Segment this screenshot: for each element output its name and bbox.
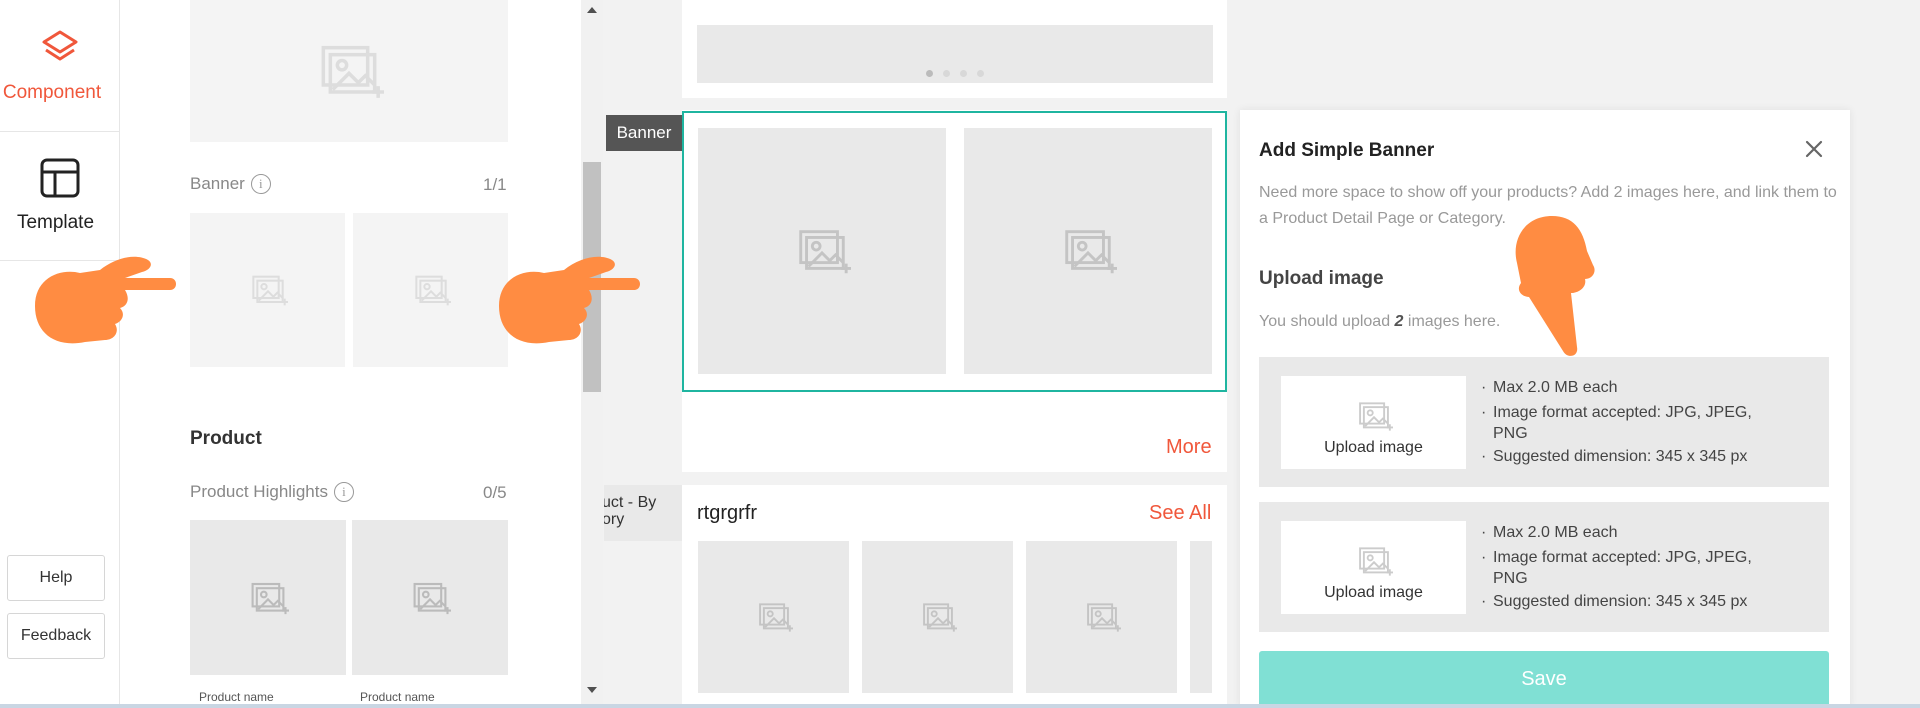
upload-image-label-1: Upload image (1324, 439, 1423, 456)
image-placeholder-icon (1355, 397, 1393, 435)
upload-specs-1: Max 2.0 MB each Image format accepted: J… (1479, 377, 1779, 471)
nav-item-template[interactable]: Template (0, 131, 120, 261)
nav-template-label: Template (16, 212, 95, 233)
image-placeholder-icon (1083, 598, 1121, 636)
product-item-1[interactable] (698, 541, 849, 693)
dialog-description-part2: Category. (1437, 210, 1506, 227)
more-link[interactable]: More (1166, 436, 1212, 459)
banner-thumbnail-2[interactable] (353, 213, 508, 367)
product-category-tag-line1: uct - By (604, 494, 657, 511)
banner-label: Banner (190, 174, 245, 193)
nav-item-component[interactable]: Component (0, 20, 120, 130)
hand-pointer-icon (494, 248, 644, 358)
carousel-dots (926, 70, 986, 78)
spec-max-size: Max 2.0 MB each (1479, 522, 1779, 543)
banner-image-2[interactable] (964, 128, 1212, 374)
feedback-button[interactable]: Feedback (7, 613, 105, 659)
nav-component-label: Component (2, 82, 102, 103)
product-highlights-label: Product Highlights (190, 482, 328, 501)
product-highlights-label-row: Product Highlights i (190, 482, 354, 502)
image-placeholder-icon (248, 270, 288, 310)
image-placeholder-icon (411, 270, 451, 310)
product-section-title: Product (190, 428, 262, 449)
product-name-1: Product name (199, 690, 274, 704)
banner-thumbnail-1[interactable] (190, 213, 345, 367)
product-item-3[interactable] (1026, 541, 1177, 693)
scroll-up-arrow-icon[interactable] (586, 4, 598, 16)
see-all-link[interactable]: See All (1149, 502, 1211, 525)
spec-max-size: Max 2.0 MB each (1479, 377, 1779, 398)
spec-format: Image format accepted: JPG, JPEG, PNG (1479, 547, 1779, 589)
banner-image-1[interactable] (698, 128, 946, 374)
product-item-2[interactable] (862, 541, 1013, 693)
upload-image-button-1[interactable]: Upload image (1281, 376, 1466, 469)
product-category-tag-line2: ory (604, 511, 625, 528)
upload-heading: Upload image (1259, 268, 1384, 289)
upload-hint-prefix: You should upload (1259, 313, 1395, 330)
image-placeholder-icon (314, 36, 384, 106)
info-icon[interactable]: i (333, 482, 354, 502)
upload-specs-2: Max 2.0 MB each Image format accepted: J… (1479, 522, 1779, 616)
hand-pointer-icon (1515, 216, 1595, 356)
dialog-title: Add Simple Banner (1259, 140, 1435, 161)
product-name-2: Product name (360, 690, 435, 704)
banner-count: 1/1 (483, 175, 507, 194)
product-thumbnail-2[interactable] (352, 520, 508, 675)
product-highlights-count: 0/5 (483, 483, 507, 502)
spec-dimension: Suggested dimension: 345 x 345 px (1479, 446, 1779, 467)
banner-label-row: Banner i (190, 174, 271, 194)
product-thumbnail-1[interactable] (190, 520, 346, 675)
layers-icon (42, 30, 78, 61)
spec-format: Image format accepted: JPG, JPEG, PNG (1479, 402, 1779, 444)
upload-image-button-2[interactable]: Upload image (1281, 521, 1466, 614)
product-category-tag: uct - By ory (604, 485, 682, 541)
upload-hint-suffix: images here. (1403, 313, 1501, 330)
info-icon[interactable]: i (250, 174, 271, 194)
window-bottom-edge (0, 704, 1920, 708)
spec-dimension: Suggested dimension: 345 x 345 px (1479, 591, 1779, 612)
banner-tag: Banner (606, 115, 682, 151)
image-placeholder-icon (793, 222, 851, 280)
image-placeholder-icon (919, 598, 957, 636)
scroll-down-arrow-icon[interactable] (586, 684, 598, 696)
template-icon (40, 158, 79, 198)
upload-image-label-2: Upload image (1324, 584, 1423, 601)
close-icon[interactable] (1800, 135, 1828, 163)
save-button[interactable]: Save (1259, 651, 1829, 708)
component-thumbnail[interactable] (190, 0, 508, 142)
image-placeholder-icon (1355, 542, 1393, 580)
upload-hint: You should upload 2 images here. (1259, 313, 1500, 331)
product-section-heading: rtgrgrfr (697, 502, 757, 524)
help-button[interactable]: Help (7, 555, 105, 601)
hand-pointer-icon (30, 248, 180, 358)
image-placeholder-icon (409, 577, 451, 619)
image-placeholder-icon (247, 577, 289, 619)
image-placeholder-icon (1059, 222, 1117, 280)
product-item-4-partial[interactable] (1190, 541, 1212, 693)
image-placeholder-icon (755, 598, 793, 636)
